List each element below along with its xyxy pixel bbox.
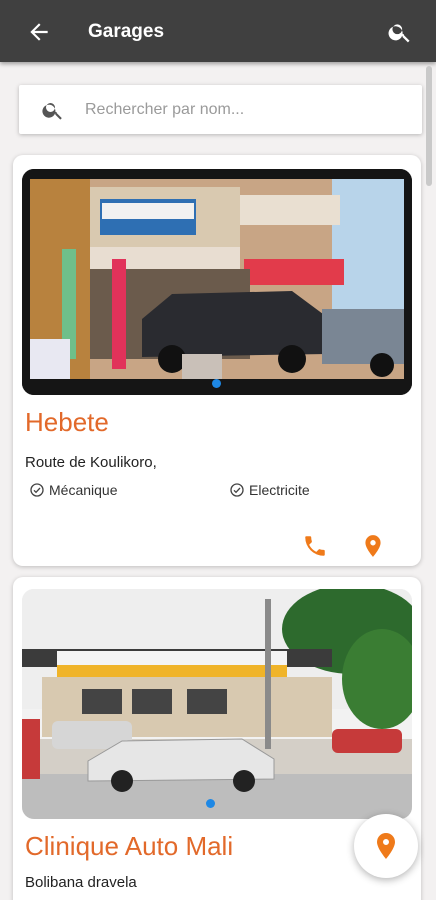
search-bar: [19, 85, 422, 134]
page-title: Garages: [88, 21, 165, 42]
search-input[interactable]: [85, 93, 405, 127]
garage-card[interactable]: Hebete Route de Koulikoro, Mécanique Ele…: [13, 155, 421, 566]
garage-photo[interactable]: [22, 169, 412, 395]
service-label: Electricite: [249, 482, 310, 498]
service-label: Mécanique: [49, 482, 118, 498]
app-bar: Garages: [0, 0, 436, 62]
garage-photo[interactable]: [22, 589, 412, 819]
location-pin-icon[interactable]: [360, 533, 386, 559]
search-icon: [42, 103, 62, 120]
garage-photo-image: [22, 589, 412, 819]
service-item: Electricite: [229, 482, 310, 498]
service-item: Mécanique: [29, 482, 118, 498]
garage-name[interactable]: Hebete: [25, 407, 109, 438]
carousel-dot-active[interactable]: [206, 799, 215, 808]
location-pin-icon: [377, 833, 395, 859]
garage-photo-image: [22, 169, 412, 395]
carousel-dot-active[interactable]: [212, 379, 221, 388]
garage-name[interactable]: Clinique Auto Mali: [25, 831, 233, 862]
arrow-left-icon[interactable]: [26, 19, 52, 45]
search-icon[interactable]: [387, 19, 413, 45]
garage-address: Route de Koulikoro,: [25, 454, 157, 471]
scrollbar[interactable]: [426, 66, 432, 186]
phone-icon[interactable]: [302, 533, 328, 559]
check-circle-icon: [230, 483, 244, 497]
map-fab-button[interactable]: [354, 814, 418, 878]
garage-address: Bolibana dravela: [25, 874, 137, 891]
check-circle-icon: [30, 483, 44, 497]
